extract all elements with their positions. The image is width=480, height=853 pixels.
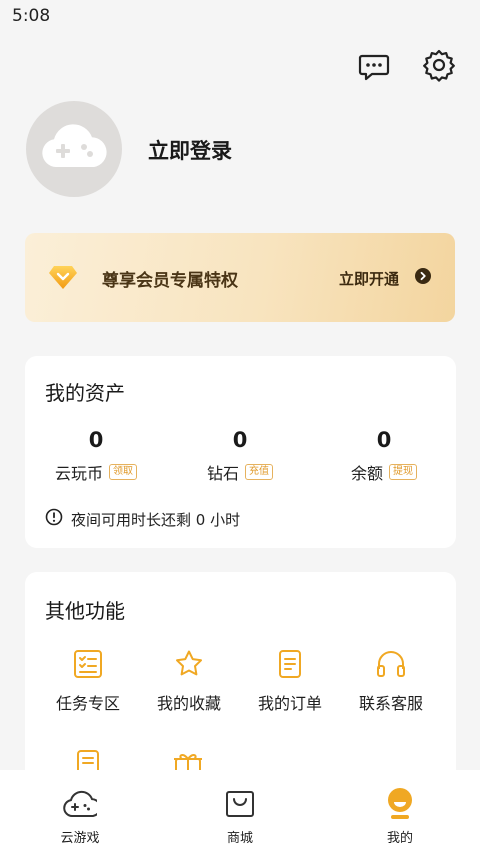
asset-balance[interactable]: 0 余额 提现 — [314, 428, 454, 484]
message-icon[interactable] — [356, 48, 392, 84]
chevron-right-icon[interactable] — [415, 268, 431, 284]
feature-tasks[interactable]: 任务专区 — [38, 648, 138, 714]
asset-tag-withdraw[interactable]: 提现 — [389, 464, 417, 480]
profile-face-icon — [340, 786, 460, 822]
asset-tag-recharge[interactable]: 充值 — [245, 464, 273, 480]
login-text[interactable]: 立即登录 — [148, 135, 232, 165]
gamepad-icon — [20, 786, 140, 822]
assets-title: 我的资产 — [45, 381, 125, 405]
gamepad-cloud-icon — [38, 119, 110, 179]
asset-value: 0 — [376, 428, 392, 452]
night-notice-text: 夜间可用时长还剩 0 小时 — [71, 510, 241, 529]
tab-label: 我的 — [386, 831, 413, 846]
gear-icon[interactable] — [421, 47, 457, 83]
info-icon — [45, 508, 63, 530]
feature-orders[interactable]: 我的订单 — [240, 648, 340, 714]
asset-coins[interactable]: 0 云玩币 领取 — [26, 428, 166, 484]
tab-mall[interactable]: 商城 — [180, 770, 300, 853]
feature-favorites[interactable]: 我的收藏 — [139, 648, 239, 714]
vip-open-button[interactable]: 立即开通 — [339, 268, 399, 289]
star-icon — [139, 648, 239, 680]
order-icon — [240, 648, 340, 680]
tab-label: 商城 — [226, 831, 253, 846]
vip-title: 尊享会员专属特权 — [102, 271, 238, 291]
tab-label: 云游戏 — [60, 831, 100, 846]
headphones-icon — [341, 648, 441, 680]
diamond-icon — [48, 263, 78, 295]
asset-label: 余额 — [350, 464, 383, 483]
bottom-tab-bar: 云游戏 商城 我的 — [0, 770, 480, 853]
status-time: 5:08 — [12, 6, 51, 26]
tab-profile[interactable]: 我的 — [340, 770, 460, 853]
avatar[interactable] — [26, 101, 122, 197]
asset-tag-claim[interactable]: 领取 — [109, 464, 137, 480]
asset-diamonds[interactable]: 0 钻石 充值 — [170, 428, 310, 484]
features-title: 其他功能 — [45, 599, 125, 623]
feature-support[interactable]: 联系客服 — [341, 648, 441, 714]
tab-cloud-games[interactable]: 云游戏 — [20, 770, 140, 853]
feature-label: 我的收藏 — [156, 694, 221, 713]
shopping-bag-icon — [180, 786, 300, 822]
asset-label: 钻石 — [206, 464, 239, 483]
feature-label: 任务专区 — [55, 694, 120, 713]
task-list-icon — [38, 648, 138, 680]
asset-value: 0 — [232, 428, 248, 452]
feature-label: 联系客服 — [358, 694, 423, 713]
asset-value: 0 — [88, 428, 104, 452]
asset-label: 云玩币 — [54, 464, 103, 483]
feature-label: 我的订单 — [257, 694, 322, 713]
status-bar: 5:08 — [0, 0, 480, 32]
night-notice: 夜间可用时长还剩 0 小时 — [45, 508, 240, 530]
